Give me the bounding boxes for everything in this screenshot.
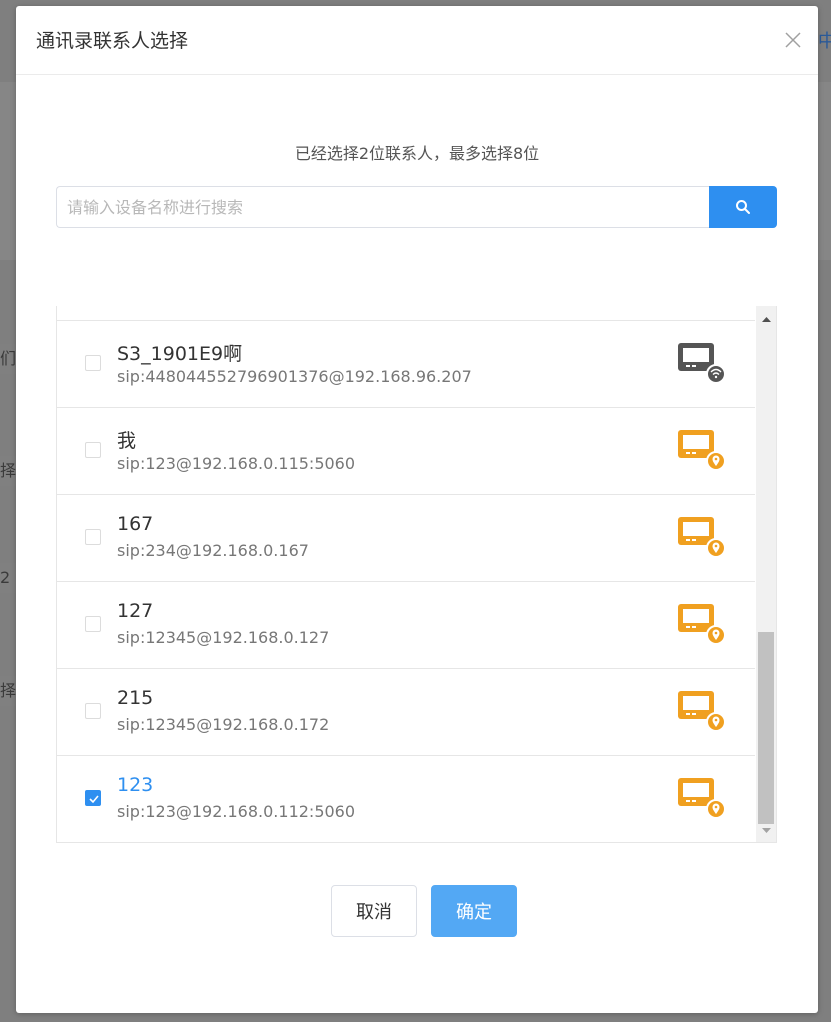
contact-checkbox[interactable] — [85, 355, 101, 371]
contact-list: S3_1901E9啊 sip:448044552796901376@192.168… — [56, 306, 777, 843]
location-terminal-icon — [678, 604, 726, 645]
contact-name: 我 — [117, 430, 137, 452]
contact-checkbox[interactable] — [85, 616, 101, 632]
contact-checkbox[interactable] — [85, 442, 101, 458]
scroll-up-arrow-icon[interactable] — [761, 316, 772, 324]
location-terminal-icon — [678, 691, 726, 732]
dialog-header: 通讯录联系人选择 — [16, 6, 818, 75]
contact-list-item[interactable]: 我 sip:123@192.168.0.115:5060 — [57, 408, 755, 495]
contact-name: 127 — [117, 600, 154, 622]
contact-name: 215 — [117, 687, 154, 709]
contact-list-item[interactable]: 123 sip:123@192.168.0.112:5060 — [57, 756, 755, 842]
contact-sip-address: sip:448044552796901376@192.168.96.207 — [117, 367, 472, 386]
contact-list-item[interactable]: 215 sip:12345@192.168.0.172 — [57, 669, 755, 756]
contact-sip-address: sip:12345@192.168.0.172 — [117, 715, 330, 734]
background-left-text: 择 — [0, 456, 16, 486]
contact-select-dialog: 通讯录联系人选择 已经选择2位联系人，最多选择8位 S3_1901E9啊 sip:… — [16, 6, 818, 1013]
search-button[interactable] — [709, 186, 777, 228]
scrollbar-thumb[interactable] — [758, 632, 774, 824]
close-button[interactable] — [778, 25, 808, 55]
search-box — [56, 186, 777, 228]
background-left-text: 择 — [0, 676, 16, 706]
selection-hint: 已经选择2位联系人，最多选择8位 — [294, 144, 540, 163]
location-terminal-icon — [678, 778, 726, 819]
close-icon — [785, 32, 801, 48]
contact-list-items: S3_1901E9啊 sip:448044552796901376@192.168… — [57, 306, 755, 842]
list-top-divider — [57, 306, 755, 321]
background-right-text: 中 — [818, 31, 831, 52]
contact-sip-address: sip:12345@192.168.0.127 — [117, 628, 330, 647]
contact-sip-address: sip:234@192.168.0.167 — [117, 541, 309, 560]
contact-checkbox[interactable] — [85, 529, 101, 545]
cancel-button[interactable]: 取消 — [331, 885, 417, 937]
checkmark-icon — [89, 795, 99, 804]
contact-name: 123 — [117, 774, 154, 796]
contact-name: 167 — [117, 513, 154, 535]
contact-checkbox[interactable] — [85, 703, 101, 719]
search-icon — [736, 200, 750, 214]
contact-sip-address: sip:123@192.168.0.112:5060 — [117, 802, 356, 821]
contact-list-item[interactable]: S3_1901E9啊 sip:448044552796901376@192.168… — [57, 321, 755, 408]
contact-list-item[interactable]: 127 sip:12345@192.168.0.127 — [57, 582, 755, 669]
background-left-text: 2 — [0, 563, 16, 593]
wifi-terminal-icon — [678, 343, 726, 384]
dialog-title: 通讯录联系人选择 — [36, 30, 189, 52]
contact-checkbox[interactable] — [85, 790, 101, 806]
contact-list-item[interactable]: 167 sip:234@192.168.0.167 — [57, 495, 755, 582]
search-input[interactable] — [56, 186, 719, 228]
contact-name: S3_1901E9啊 — [117, 343, 243, 365]
contact-sip-address: sip:123@192.168.0.115:5060 — [117, 454, 356, 473]
background-left-text: 们 — [0, 344, 16, 374]
scrollbar[interactable] — [756, 306, 776, 842]
location-terminal-icon — [678, 517, 726, 558]
scroll-down-arrow-icon[interactable] — [761, 826, 772, 834]
location-terminal-icon — [678, 430, 726, 471]
confirm-button[interactable]: 确定 — [431, 885, 517, 937]
